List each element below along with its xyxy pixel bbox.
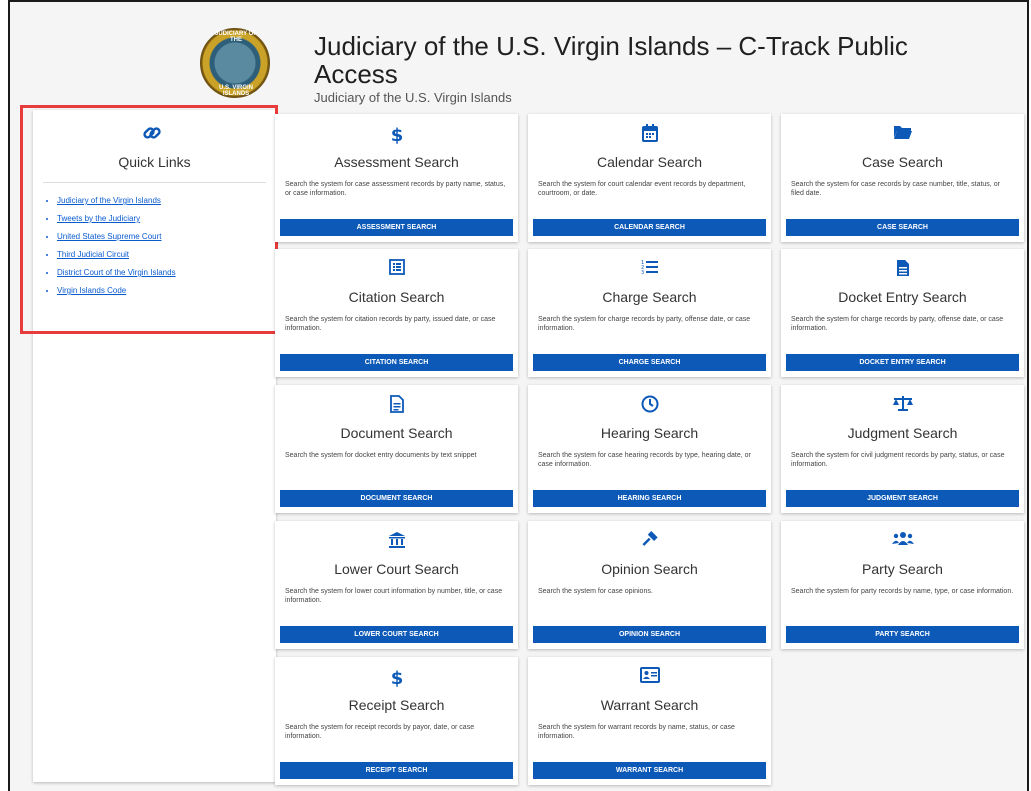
search-card: Party Search Search the system for party … [781, 521, 1024, 649]
search-button[interactable]: PARTY SEARCH [786, 626, 1019, 643]
id-card-icon [528, 667, 771, 687]
card-description: Search the system for charge records by … [791, 316, 1004, 332]
card-description: Search the system for case opinions. [538, 588, 653, 595]
users-icon [781, 531, 1024, 551]
search-card: Case Search Search the system for case re… [781, 114, 1024, 242]
svg-text:$: $ [390, 668, 403, 687]
card-title: Party Search [862, 561, 943, 577]
card-title: Lower Court Search [334, 561, 459, 577]
card-title: Receipt Search [348, 697, 445, 713]
search-card: Warrant Search Search the system for warr… [528, 657, 771, 785]
search-card: Calendar Search Search the system for cou… [528, 114, 771, 242]
search-button[interactable]: CITATION SEARCH [280, 354, 513, 371]
dollar-icon: $ [275, 124, 518, 144]
card-description: Search the system for warrant records by… [538, 724, 735, 740]
card-title: Hearing Search [600, 425, 699, 441]
gavel-icon [528, 531, 771, 551]
judiciary-seal-logo: JUDICIARY OF THE U.S. VIRGIN ISLANDS [200, 28, 270, 98]
card-title: Citation Search [348, 289, 445, 305]
card-description: Search the system for party records by n… [791, 588, 1014, 595]
search-button[interactable]: OPINION SEARCH [533, 626, 766, 643]
search-card: Docket Entry Search Search the system for… [781, 249, 1024, 377]
calendar-icon [528, 124, 771, 144]
scales-icon [781, 395, 1024, 415]
search-card: $ Receipt Search Search the system for rec… [275, 657, 518, 785]
card-description: Search the system for case records by ca… [791, 181, 1000, 197]
card-title: Warrant Search [600, 697, 699, 713]
header: JUDICIARY OF THE U.S. VIRGIN ISLANDS Jud… [200, 28, 980, 108]
search-button[interactable]: DOCUMENT SEARCH [280, 490, 513, 507]
seal-bottom-text: U.S. VIRGIN ISLANDS [218, 85, 253, 97]
svg-text:3: 3 [641, 270, 644, 275]
card-description: Search the system for citation records b… [285, 316, 496, 332]
search-button[interactable]: LOWER COURT SEARCH [280, 626, 513, 643]
svg-text:$: $ [390, 125, 403, 144]
clock-icon [528, 395, 771, 415]
search-card: 1 2 3 Charge Search Search the system for ch… [528, 249, 771, 377]
seal-top-text: JUDICIARY OF THE [214, 31, 257, 43]
search-card: $ Assessment Search Search the system for … [275, 114, 518, 242]
card-title: Assessment Search [334, 154, 459, 170]
search-button[interactable]: HEARING SEARCH [533, 490, 766, 507]
search-button[interactable]: DOCKET ENTRY SEARCH [786, 354, 1019, 371]
card-description: Search the system for charge records by … [538, 316, 751, 332]
search-card: Lower Court Search Search the system for … [275, 521, 518, 649]
search-button[interactable]: RECEIPT SEARCH [280, 762, 513, 779]
highlight-box [20, 105, 278, 334]
search-button[interactable]: CASE SEARCH [786, 219, 1019, 236]
search-button[interactable]: WARRANT SEARCH [533, 762, 766, 779]
card-description: Search the system for receipt records by… [285, 724, 475, 740]
card-description: Search the system for case hearing recor… [538, 452, 751, 468]
card-title: Judgment Search [847, 425, 958, 441]
search-button[interactable]: JUDGMENT SEARCH [786, 490, 1019, 507]
search-button[interactable]: ASSESSMENT SEARCH [280, 219, 513, 236]
page-subtitle: Judiciary of the U.S. Virgin Islands [314, 90, 512, 105]
search-card: Judgment Search Search the system for civ… [781, 385, 1024, 513]
card-title: Docket Entry Search [838, 289, 967, 305]
card-description: Search the system for docket entry docum… [285, 452, 477, 459]
search-card: Citation Search Search the system for cit… [275, 249, 518, 377]
folder-icon [781, 124, 1024, 144]
card-title: Document Search [340, 425, 453, 441]
card-title: Case Search [862, 154, 943, 170]
page-title: Judiciary of the U.S. Virgin Islands – C… [314, 31, 908, 89]
numbered-list-icon: 123 [528, 259, 771, 279]
dollar-icon: $ [275, 667, 518, 687]
document-icon [275, 395, 518, 415]
card-title: Opinion Search [601, 561, 698, 577]
list-box-icon [275, 259, 518, 279]
card-title: Calendar Search [596, 154, 703, 170]
page-frame: JUDICIARY OF THE U.S. VIRGIN ISLANDS Jud… [8, 0, 1029, 791]
file-icon [781, 259, 1024, 279]
search-button[interactable]: CHARGE SEARCH [533, 354, 766, 371]
courthouse-icon [275, 531, 518, 551]
search-card: Document Search Search the system for doc… [275, 385, 518, 513]
card-title: Charge Search [602, 289, 697, 305]
card-description: Search the system for case assessment re… [285, 181, 506, 197]
card-description: Search the system for civil judgment rec… [791, 452, 1005, 468]
search-card: Opinion Search Search the system for case… [528, 521, 771, 649]
card-description: Search the system for lower court inform… [285, 588, 503, 604]
search-button[interactable]: CALENDAR SEARCH [533, 219, 766, 236]
search-card: Hearing Search Search the system for case… [528, 385, 771, 513]
card-description: Search the system for court calendar eve… [538, 181, 746, 197]
